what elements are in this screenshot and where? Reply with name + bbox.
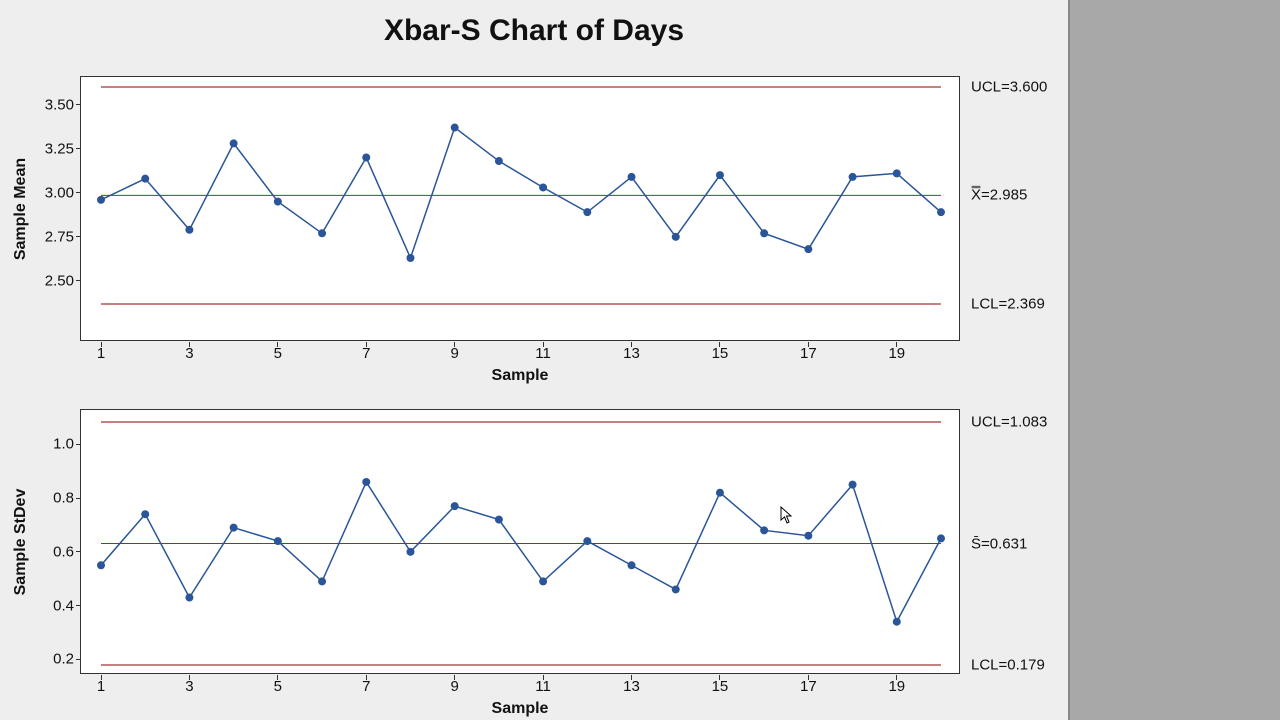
- x-tick-label: 19: [882, 345, 912, 362]
- x-tick-label: 17: [793, 678, 823, 695]
- x-tick-label: 5: [263, 345, 293, 362]
- x-tick-label: 9: [440, 345, 470, 362]
- x-tick-label: 5: [263, 678, 293, 695]
- x-tick-label: 17: [793, 345, 823, 362]
- center-label: X̿=2.985: [971, 187, 1027, 204]
- x-tick-label: 3: [174, 345, 204, 362]
- ucl-label: UCL=1.083: [971, 414, 1047, 431]
- chart-window: Xbar-S Chart of Days Sample Mean Sample …: [0, 0, 1070, 720]
- lcl-label: LCL=0.179: [971, 657, 1045, 674]
- y-tick-label: 2.75: [34, 228, 74, 245]
- x-tick-label: 15: [705, 345, 735, 362]
- x-tick-label: 15: [705, 678, 735, 695]
- y-tick-label: 0.8: [34, 490, 74, 507]
- s-plot: [81, 410, 961, 675]
- y-tick-label: 1.0: [34, 436, 74, 453]
- ucl-label: UCL=3.600: [971, 79, 1047, 96]
- y-tick-label: 0.6: [34, 543, 74, 560]
- s-xlabel: Sample: [492, 700, 549, 718]
- x-tick-label: 7: [351, 678, 381, 695]
- y-tick-label: 0.2: [34, 651, 74, 668]
- y-tick-label: 3.25: [34, 140, 74, 157]
- x-tick-label: 13: [617, 678, 647, 695]
- center-label: S̄=0.631: [971, 535, 1027, 552]
- x-tick-label: 1: [86, 345, 116, 362]
- y-tick-label: 3.50: [34, 96, 74, 113]
- xbar-ylabel: Sample Mean: [12, 157, 30, 259]
- y-tick-label: 2.50: [34, 272, 74, 289]
- x-tick-label: 13: [617, 345, 647, 362]
- y-tick-label: 3.00: [34, 184, 74, 201]
- xbar-chart: Sample Mean Sample 2.502.753.003.253.501…: [80, 76, 960, 341]
- x-tick-label: 11: [528, 678, 558, 695]
- s-ylabel: Sample StDev: [12, 488, 30, 595]
- chart-title: Xbar-S Chart of Days: [0, 14, 1068, 48]
- x-tick-label: 11: [528, 345, 558, 362]
- lcl-label: LCL=2.369: [971, 296, 1045, 313]
- x-tick-label: 9: [440, 678, 470, 695]
- xbar-xlabel: Sample: [492, 367, 549, 385]
- x-tick-label: 19: [882, 678, 912, 695]
- x-tick-label: 1: [86, 678, 116, 695]
- x-tick-label: 3: [174, 678, 204, 695]
- y-tick-label: 0.4: [34, 597, 74, 614]
- s-chart: Sample StDev Sample 0.20.40.60.81.013579…: [80, 409, 960, 674]
- x-tick-label: 7: [351, 345, 381, 362]
- xbar-plot: [81, 77, 961, 342]
